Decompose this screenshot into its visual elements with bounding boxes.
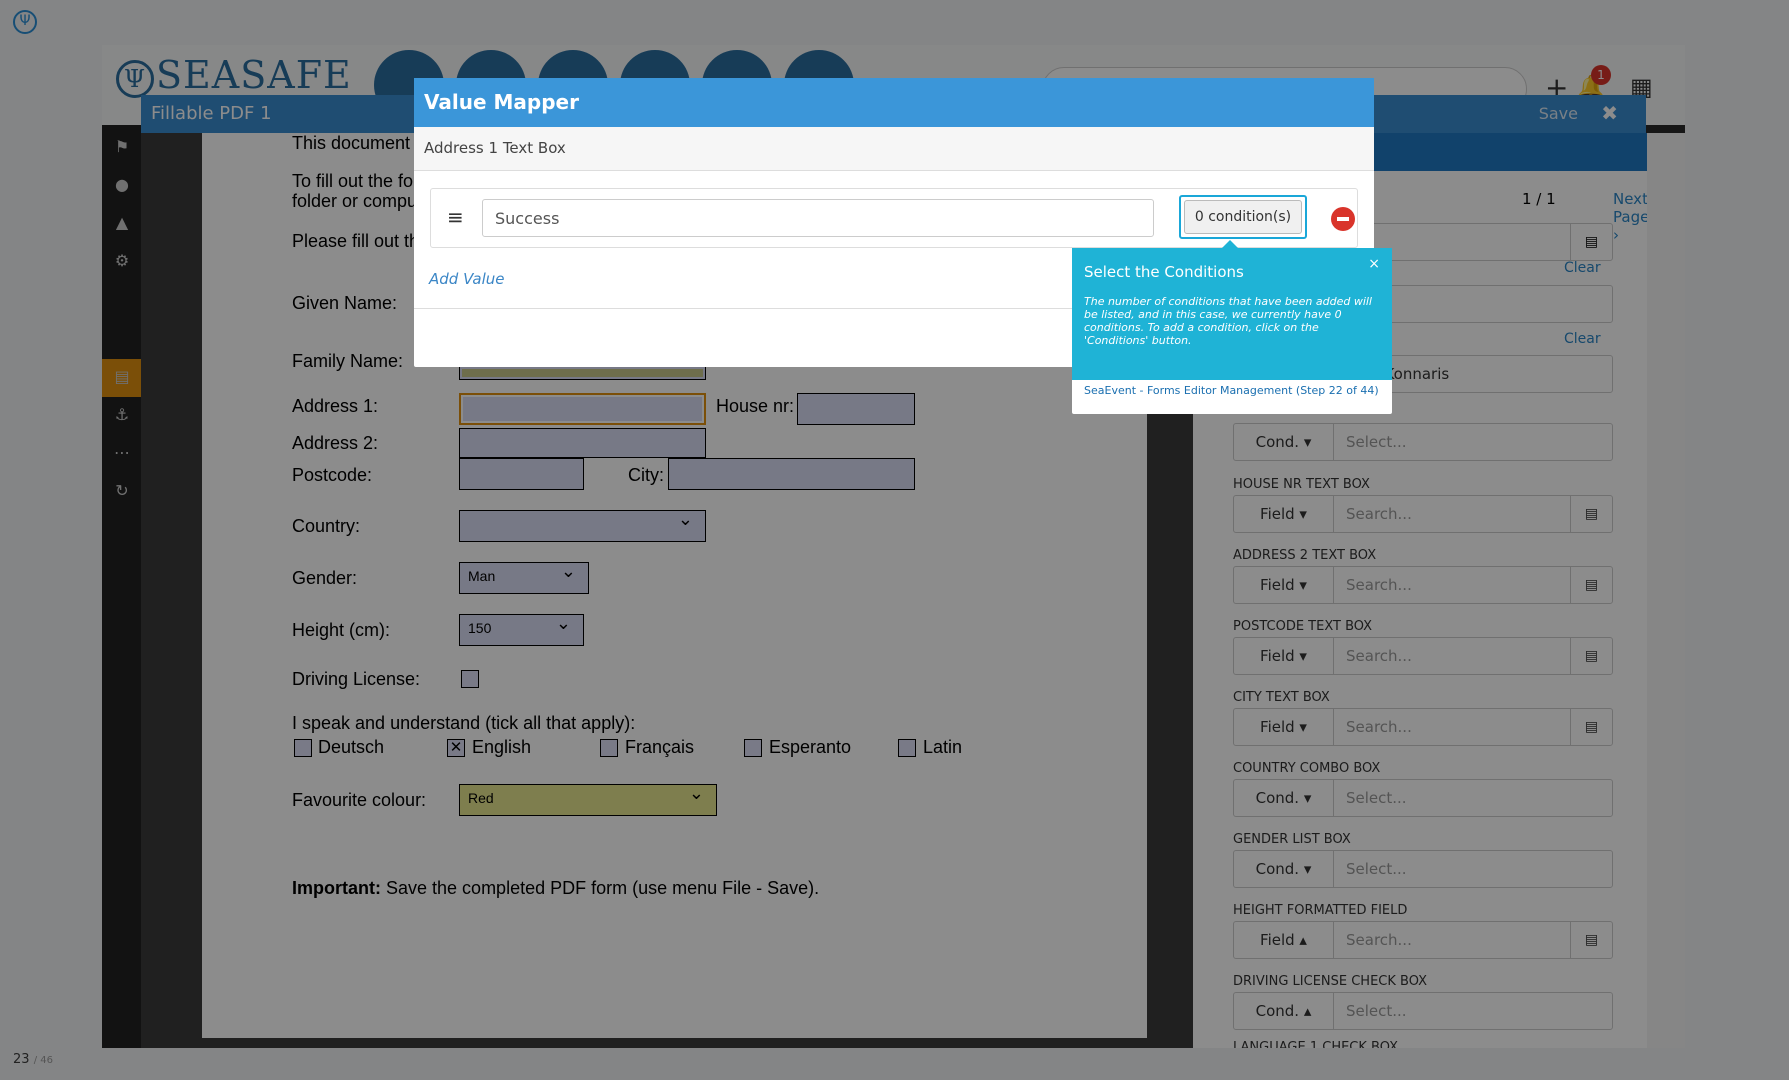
value-input[interactable]: Success	[482, 199, 1154, 237]
tooltip-text: The number of conditions that have been …	[1084, 295, 1372, 347]
step-counter: 23 / 46	[13, 1052, 53, 1067]
tooltip-body: × Select the Conditions The number of co…	[1072, 248, 1392, 380]
dialog-subtitle: Address 1 Text Box	[414, 127, 1374, 171]
add-value-link[interactable]: Add Value	[429, 270, 504, 288]
tooltip-step-link[interactable]: SeaEvent - Forms Editor Management (Step…	[1072, 380, 1392, 401]
conditions-button[interactable]: 0 condition(s)	[1179, 195, 1307, 239]
tooltip-title: Select the Conditions	[1084, 263, 1244, 281]
step-current: 23	[13, 1052, 30, 1067]
close-icon[interactable]: ×	[1368, 256, 1380, 272]
remove-value-icon[interactable]	[1331, 207, 1355, 231]
value-row: ≡ Success 0 condition(s)	[430, 188, 1358, 248]
tour-tooltip: × Select the Conditions The number of co…	[1072, 240, 1392, 414]
screen: Ψ Ψ SEASAFE + 🔔 1 ▦ ⚑ ● ▲ ⚙ ▤ ⚓ ⋯ ↻ Fill…	[0, 0, 1789, 1080]
conditions-label: 0 condition(s)	[1184, 200, 1302, 234]
dialog-title: Value Mapper	[414, 78, 1374, 127]
tooltip-arrow	[1222, 240, 1238, 248]
step-total: / 46	[33, 1055, 53, 1066]
drag-handle-icon[interactable]: ≡	[447, 205, 464, 229]
